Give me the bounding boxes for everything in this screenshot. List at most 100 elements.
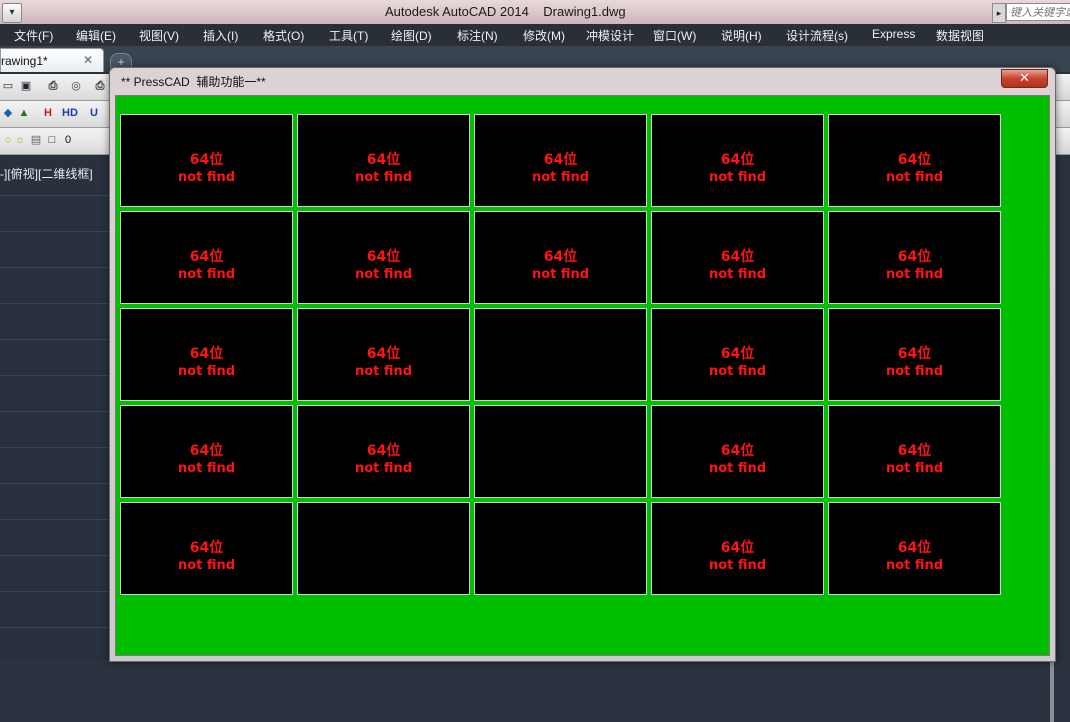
tab-label: rawing1*	[1, 54, 48, 68]
print-icon[interactable]: ⎙	[45, 78, 61, 94]
cell-label-status: not find	[708, 170, 767, 185]
menu-window[interactable]: 窗口(W)	[653, 27, 696, 44]
save-icon[interactable]: ▣	[18, 78, 34, 94]
open-icon[interactable]: ▭	[0, 78, 16, 94]
menu-die-design[interactable]: 冲模设计	[586, 27, 634, 44]
menu-tools[interactable]: 工具(T)	[329, 27, 368, 44]
grid-cell-r3-c5[interactable]: 64位 not find	[828, 308, 1001, 401]
grid-cell-r2-c5[interactable]: 64位 not find	[828, 211, 1001, 304]
tool-a-icon[interactable]: ◆	[0, 105, 16, 121]
menu-draw[interactable]: 绘图(D)	[391, 27, 432, 44]
dialog-content-panel: 64位 not find 64位 not find 64位 not find 64位 not …	[115, 95, 1050, 656]
menu-file[interactable]: 文件(F)	[14, 27, 53, 44]
cell-label-bitness: 64位	[720, 249, 755, 265]
tool-c-icon[interactable]: H	[40, 105, 56, 121]
grid-cell-r4-c4[interactable]: 64位 not find	[651, 405, 824, 498]
cell-label-bitness: 64位	[366, 152, 401, 168]
publish-icon[interactable]: ⎙	[92, 78, 108, 94]
menu-view[interactable]: 视图(V)	[139, 27, 179, 44]
cell-label-status: not find	[177, 170, 236, 185]
cell-label-status: not find	[354, 267, 413, 282]
grid-cell-r5-c3[interactable]	[474, 502, 647, 595]
grid-cell-r5-c2[interactable]	[297, 502, 470, 595]
cell-label-status: not find	[708, 461, 767, 476]
color-box-icon[interactable]: □	[44, 132, 60, 148]
standard-toolbar: ▭ ▣ ⎙ ◎ ⎙	[0, 74, 112, 101]
lock-icon[interactable]: ▤	[28, 132, 44, 148]
grid-cell-r1-c3[interactable]: 64位 not find	[474, 114, 647, 207]
cell-label-status: not find	[885, 558, 944, 573]
tool-hd-icon[interactable]: HD	[62, 105, 78, 121]
cell-label-bitness: 64位	[543, 152, 578, 168]
viewport-label[interactable]: -][俯视][二维线框]	[0, 165, 93, 182]
menu-help[interactable]: 说明(H)	[721, 27, 762, 44]
cell-label-status: not find	[708, 364, 767, 379]
drawing-canvas[interactable]	[0, 155, 112, 660]
menu-data-view[interactable]: 数据视图	[936, 27, 984, 44]
grid-cell-r2-c3[interactable]: 64位 not find	[474, 211, 647, 304]
grid-cell-r3-c2[interactable]: 64位 not find	[297, 308, 470, 401]
grid-cell-r2-c4[interactable]: 64位 not find	[651, 211, 824, 304]
cell-label-status: not find	[885, 170, 944, 185]
grid-cell-r4-c1[interactable]: 64位 not find	[120, 405, 293, 498]
cell-label-bitness: 64位	[366, 346, 401, 362]
grid-cell-r5-c4[interactable]: 64位 not find	[651, 502, 824, 595]
tool-u-icon[interactable]: U	[86, 105, 102, 121]
cell-label-status: not find	[885, 461, 944, 476]
search-input[interactable]: 键入关键字或	[1006, 3, 1070, 21]
tool-b-icon[interactable]: ▲	[16, 105, 32, 121]
grid-cell-r1-c1[interactable]: 64位 not find	[120, 114, 293, 207]
cell-label-status: not find	[708, 558, 767, 573]
sun-icon[interactable]: ☼	[12, 132, 28, 148]
grid-cell-r1-c5[interactable]: 64位 not find	[828, 114, 1001, 207]
grid-cell-r4-c3[interactable]	[474, 405, 647, 498]
cell-label-bitness: 64位	[897, 540, 932, 556]
cell-label-bitness: 64位	[189, 540, 224, 556]
cell-label-bitness: 64位	[720, 152, 755, 168]
presscad-dialog: ** PressCAD 辅助功能一** ✕ 64位 not find 64位 not …	[109, 67, 1056, 662]
close-icon[interactable]: ✕	[83, 53, 93, 67]
cell-label-status: not find	[177, 558, 236, 573]
cell-label-bitness: 64位	[720, 540, 755, 556]
menu-dimension[interactable]: 标注(N)	[457, 27, 498, 44]
search-expand-icon[interactable]: ▸	[992, 3, 1006, 23]
grid-cell-r2-c1[interactable]: 64位 not find	[120, 211, 293, 304]
menu-edit[interactable]: 编辑(E)	[76, 27, 116, 44]
cell-label-status: not find	[354, 461, 413, 476]
layer-toolbar: ○ ☼ ▤ □ 0	[0, 128, 112, 155]
grid-cell-r4-c5[interactable]: 64位 not find	[828, 405, 1001, 498]
menu-modify[interactable]: 修改(M)	[523, 27, 565, 44]
cell-label-bitness: 64位	[897, 443, 932, 459]
cell-label-bitness: 64位	[897, 152, 932, 168]
preview-icon[interactable]: ◎	[68, 78, 84, 94]
grid-cell-r3-c3[interactable]	[474, 308, 647, 401]
window-title: Autodesk AutoCAD 2014 Drawing1.dwg	[385, 4, 626, 19]
grid-cell-r4-c2[interactable]: 64位 not find	[297, 405, 470, 498]
layer-name[interactable]: 0	[60, 132, 76, 148]
cell-label-bitness: 64位	[720, 346, 755, 362]
grid-cell-r1-c2[interactable]: 64位 not find	[297, 114, 470, 207]
cell-label-status: not find	[177, 267, 236, 282]
cell-label-status: not find	[177, 461, 236, 476]
grid-cell-r3-c1[interactable]: 64位 not find	[120, 308, 293, 401]
cell-label-status: not find	[531, 267, 590, 282]
cell-label-status: not find	[885, 364, 944, 379]
chevron-down-icon[interactable]: ▾	[2, 3, 22, 23]
cell-label-bitness: 64位	[189, 249, 224, 265]
title-bar: ▾ Autodesk AutoCAD 2014 Drawing1.dwg ▸ 键…	[0, 0, 1070, 25]
grid-cell-r5-c5[interactable]: 64位 not find	[828, 502, 1001, 595]
grid-cell-r3-c4[interactable]: 64位 not find	[651, 308, 824, 401]
menu-insert[interactable]: 插入(I)	[203, 27, 238, 44]
tab-drawing1[interactable]: rawing1* ✕	[0, 48, 104, 72]
menu-express[interactable]: Express	[872, 27, 915, 41]
cell-label-bitness: 64位	[897, 346, 932, 362]
menu-format[interactable]: 格式(O)	[263, 27, 304, 44]
grid-cell-r1-c4[interactable]: 64位 not find	[651, 114, 824, 207]
grid-cell-r2-c2[interactable]: 64位 not find	[297, 211, 470, 304]
dialog-close-button[interactable]: ✕	[1001, 69, 1048, 88]
menu-design-flow[interactable]: 设计流程(s)	[786, 27, 848, 44]
cell-label-bitness: 64位	[189, 443, 224, 459]
cell-label-bitness: 64位	[366, 443, 401, 459]
grid-cell-r5-c1[interactable]: 64位 not find	[120, 502, 293, 595]
cell-label-bitness: 64位	[189, 346, 224, 362]
